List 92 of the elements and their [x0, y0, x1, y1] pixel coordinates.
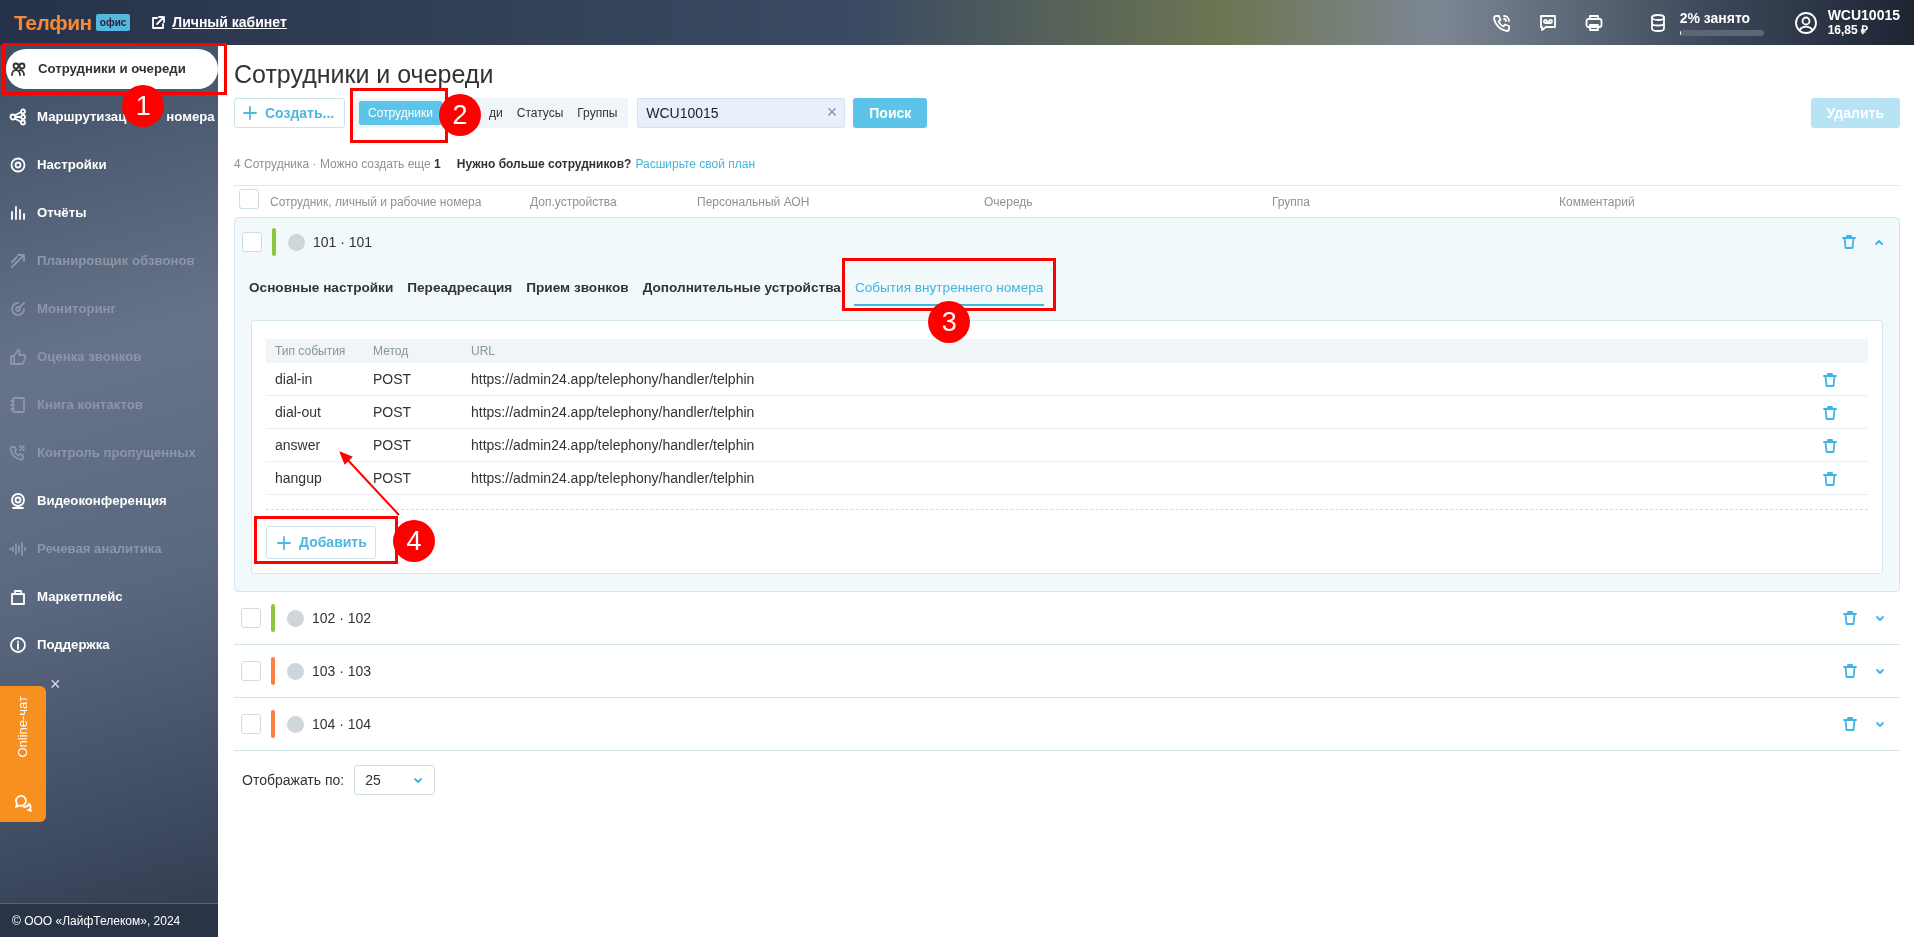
- sidebar-item[interactable]: Маркетплейс: [0, 573, 218, 621]
- column-header: Тип события: [275, 343, 347, 360]
- sidebar-item[interactable]: Настройки: [0, 141, 218, 189]
- copyright: © ООО «ЛайфТелеком», 2024: [0, 903, 218, 937]
- view-tab[interactable]: ди: [482, 101, 510, 125]
- table-cell-text: hangup: [275, 468, 323, 488]
- settings-tab[interactable]: Основные настройки: [248, 270, 395, 307]
- table-cell-text: POST: [373, 435, 413, 455]
- table-cell-text: POST: [373, 369, 413, 389]
- callout-number: 2: [439, 94, 481, 136]
- trash-icon[interactable]: [1842, 610, 1858, 626]
- sidebar-item[interactable]: Видеоконференция: [0, 477, 218, 525]
- sidebar-item-label[interactable]: Маршрутизац: [37, 107, 127, 127]
- webcam-icon: [9, 492, 27, 510]
- page-size-label: Отображать по:: [242, 770, 345, 790]
- missed-call-icon: [9, 444, 27, 462]
- column-header: Комментарий: [1559, 193, 1636, 211]
- trash-icon[interactable]: [1822, 470, 1838, 487]
- upsell-text: Нужно больше сотрудников? Расширьте свой план: [456, 156, 756, 173]
- arrows-icon: [9, 252, 27, 270]
- voicemail-icon[interactable]: [1537, 12, 1558, 33]
- row-checkbox[interactable]: [241, 608, 261, 628]
- info-icon: [9, 636, 27, 654]
- printer-icon[interactable]: [1583, 12, 1604, 33]
- table-cell-text: POST: [373, 468, 413, 488]
- external-link-icon: [150, 14, 167, 31]
- table-cell-text: https://admin24.app/telephony/handler/telphin: [471, 435, 756, 455]
- table-cell-text: dial-in: [275, 369, 314, 389]
- settings-tab[interactable]: Прием звонков: [525, 270, 630, 307]
- column-header: Сотрудник, личный и рабочие номера: [270, 193, 483, 211]
- chat-bubbles-icon: [13, 792, 33, 812]
- column-header: Группа: [1272, 193, 1312, 211]
- employee-number[interactable]: 103 · 103: [312, 660, 372, 682]
- logo[interactable]: Телфин: [14, 6, 92, 39]
- close-button[interactable]: ×: [50, 675, 61, 693]
- table-cell-text: answer: [275, 435, 322, 455]
- trash-icon[interactable]: [1822, 437, 1838, 454]
- employee-number[interactable]: 102 · 102: [312, 607, 372, 629]
- view-tab[interactable]: Статусы: [509, 101, 571, 125]
- logo-badge: офис: [95, 14, 131, 31]
- user-icon[interactable]: [1793, 10, 1818, 35]
- row-checkbox[interactable]: [241, 714, 261, 734]
- phone-icon[interactable]: [1491, 12, 1512, 33]
- table-cell-text: dial-out: [275, 402, 322, 422]
- cabinet-link[interactable]: Личный кабинет: [150, 12, 287, 33]
- table-cell-text: POST: [373, 402, 413, 422]
- settings-tab[interactable]: Дополнительные устройства: [641, 270, 842, 307]
- column-header: Доп.устройства: [530, 193, 618, 211]
- gauge-icon: [9, 300, 27, 318]
- table-cell-text: https://admin24.app/telephony/handler/telphin: [471, 369, 756, 389]
- waveform-icon: [9, 540, 27, 558]
- account-balance: 16,85 ₽: [1827, 22, 1869, 38]
- notebook-icon: [9, 396, 27, 414]
- sidebar-item[interactable]: Отчёты: [0, 189, 218, 237]
- presence-dot: [287, 715, 304, 733]
- sidebar-item-label[interactable]: номера: [166, 107, 215, 127]
- trash-icon[interactable]: [1822, 371, 1838, 388]
- trash-icon[interactable]: [1842, 663, 1858, 679]
- column-header: URL: [471, 343, 496, 360]
- presence-dot: [287, 609, 304, 627]
- column-header: Персональный АОН: [697, 193, 811, 211]
- bar-chart-icon: [9, 204, 27, 222]
- plus-icon: [243, 106, 257, 120]
- page-title: Сотрудники и очереди: [234, 59, 495, 89]
- employee-number[interactable]: 101 · 101: [313, 231, 373, 253]
- page-size-select[interactable]: 25: [354, 765, 436, 795]
- presence-dot: [287, 662, 304, 680]
- presence-dot: [288, 233, 305, 251]
- account-login: WCU10015: [1827, 7, 1900, 23]
- table-cell-text: https://admin24.app/telephony/handler/telphin: [471, 402, 756, 422]
- column-header: Очередь: [984, 193, 1034, 211]
- shopping-bag-icon: [9, 588, 27, 606]
- employee-number[interactable]: 104 · 104: [312, 713, 372, 735]
- trash-icon[interactable]: [1841, 234, 1857, 250]
- plus-icon: [277, 535, 291, 550]
- select-all-checkbox[interactable]: [239, 189, 259, 209]
- sidebar-item[interactable]: Поддержка: [0, 621, 218, 669]
- routing-icon: [9, 108, 27, 126]
- settings-icon: [9, 156, 27, 174]
- view-tab[interactable]: Группы: [570, 101, 625, 125]
- row-checkbox[interactable]: [241, 661, 261, 681]
- settings-tab[interactable]: Переадресация: [406, 270, 514, 307]
- table-cell-text: https://admin24.app/telephony/handler/telphin: [471, 468, 756, 488]
- trash-icon[interactable]: [1842, 716, 1858, 732]
- trash-icon[interactable]: [1822, 404, 1838, 421]
- thumbs-up-icon: [9, 348, 27, 366]
- team-icon: [10, 60, 28, 78]
- employee-count: 4 Сотрудника · Можно создать еще 1: [234, 156, 441, 173]
- sidebar-item[interactable]: Сотрудники и очереди: [6, 49, 218, 89]
- column-header: Метод: [373, 343, 410, 360]
- row-checkbox[interactable]: [242, 232, 262, 252]
- storage-label: 2% занято: [1679, 9, 1752, 26]
